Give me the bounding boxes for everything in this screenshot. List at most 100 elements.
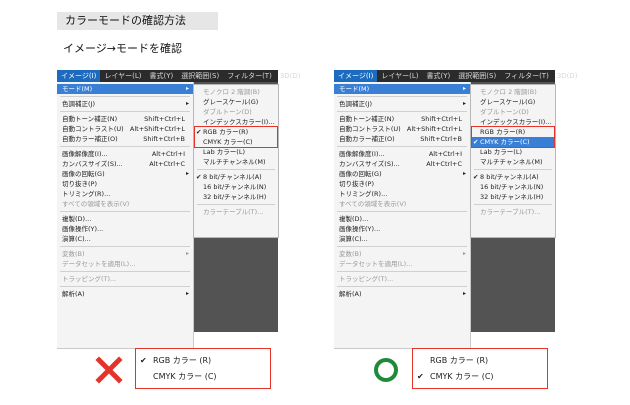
menu-item[interactable]: 解析(A) ▸ — [57, 289, 193, 299]
menu-separator — [60, 111, 190, 112]
menu-item[interactable]: モード(M) ▸ — [334, 84, 470, 94]
callout-item: RGB カラー (R) — [413, 354, 543, 368]
menubar-item[interactable]: フィルター(T) — [223, 70, 276, 82]
menubar-item[interactable]: 3D(D) — [276, 70, 305, 82]
menu-separator — [197, 204, 275, 205]
menu-item[interactable]: 自動トーン補正(N) Shift+Ctrl+L — [57, 114, 193, 124]
menu-item[interactable]: 複製(D)... — [57, 214, 193, 224]
menubar-item[interactable]: 選択範囲(S) — [454, 70, 500, 82]
menu-item[interactable]: 画像操作(Y)... — [334, 224, 470, 234]
menu-item[interactable]: 画像解像度(I)... Alt+Ctrl+I — [57, 149, 193, 159]
menu-item[interactable]: カンバスサイズ(S)... Alt+Ctrl+C — [334, 159, 470, 169]
submenu-item[interactable]: ✔ CMYK カラー(C) — [471, 137, 555, 147]
menubar-item[interactable]: 3D(D) — [553, 70, 582, 82]
menu-item-shortcut: Alt+Ctrl+I — [151, 150, 185, 158]
submenu-item[interactable]: インデックスカラー(I)... — [471, 117, 555, 127]
submenu-item[interactable]: 16 bit/チャンネル(N) — [194, 182, 278, 192]
menu-item[interactable]: 画像操作(Y)... — [57, 224, 193, 234]
submenu-item-label: インデックスカラー(I)... — [203, 118, 275, 126]
submenu-item[interactable]: ✔ RGB カラー(R) — [194, 127, 278, 137]
submenu-item[interactable]: 16 bit/チャンネル(N) — [471, 182, 555, 192]
mode-submenu: モノクロ 2 階調(B) グレースケール(G) ダブルトーン(D) インデックスカラー… — [470, 84, 556, 238]
submenu-item-label: モノクロ 2 階調(B) — [480, 88, 537, 96]
menubar-item[interactable]: イメージ(I) — [57, 70, 101, 82]
menu-item-label: 演算(C)... — [339, 235, 368, 243]
submenu-item: モノクロ 2 階調(B) — [471, 87, 555, 97]
submenu-item[interactable]: RGB カラー(R) — [471, 127, 555, 137]
menu-separator — [337, 286, 467, 287]
menu-separator — [60, 96, 190, 97]
submenu-item[interactable]: 32 bit/チャンネル(H) — [471, 192, 555, 202]
submenu-item[interactable]: マルチチャンネル(M) — [194, 157, 278, 167]
submenu-item[interactable]: インデックスカラー(I)... — [194, 117, 278, 127]
menubar-item[interactable]: レイヤー(L) — [377, 70, 422, 82]
menu-item[interactable]: 自動トーン補正(N) Shift+Ctrl+L — [334, 114, 470, 124]
menu-item[interactable]: 画像解像度(I)... Alt+Ctrl+I — [334, 149, 470, 159]
menu-item-label: データセットを適用(L)... — [339, 260, 413, 268]
menu-item-label: 画像操作(Y)... — [62, 225, 104, 233]
submenu-item-label: 32 bit/チャンネル(H) — [480, 193, 544, 201]
menu-item[interactable]: 切り抜き(P) — [57, 179, 193, 189]
cross-mark-icon — [95, 356, 123, 384]
menu-item-label: すべての領域を表示(V) — [62, 200, 130, 208]
menu-item-label: モード(M) — [339, 85, 370, 93]
menu-item-label: 画像操作(Y)... — [339, 225, 381, 233]
menubar-item[interactable]: レイヤー(L) — [100, 70, 145, 82]
menu-item[interactable]: 自動カラー補正(O) Shift+Ctrl+B — [334, 134, 470, 144]
menubar-item[interactable]: フィルター(T) — [500, 70, 553, 82]
menu-item[interactable]: 演算(C)... — [334, 234, 470, 244]
menubar-item[interactable]: 書式(Y) — [146, 70, 178, 82]
menu-item: データセットを適用(L)... — [334, 259, 470, 269]
check-icon: ✔ — [196, 128, 202, 136]
menu-item[interactable]: 複製(D)... — [334, 214, 470, 224]
menu-item[interactable]: 解析(A) ▸ — [334, 289, 470, 299]
menu-item[interactable]: カンバスサイズ(S)... Alt+Ctrl+C — [57, 159, 193, 169]
menu-item-shortcut: Alt+Ctrl+C — [149, 160, 185, 168]
menu-item[interactable]: 色調補正(J) ▸ — [57, 99, 193, 109]
menu-item-label: 色調補正(J) — [339, 100, 372, 108]
menu-item[interactable]: 画像の回転(G) ▸ — [334, 169, 470, 179]
submenu-item-label: マルチチャンネル(M) — [480, 158, 543, 166]
menubar-item[interactable]: イメージ(I) — [334, 70, 378, 82]
submenu-item-label: RGB カラー(R) — [203, 128, 249, 136]
menu-item[interactable]: 色調補正(J) ▸ — [334, 99, 470, 109]
submenu-item[interactable]: マルチチャンネル(M) — [471, 157, 555, 167]
menu-item-shortcut: Shift+Ctrl+B — [420, 135, 462, 143]
submenu-item[interactable]: ✔ 8 bit/チャンネル(A) — [194, 172, 278, 182]
submenu-item[interactable]: CMYK カラー(C) — [194, 137, 278, 147]
menu-item-shortcut: Shift+Ctrl+B — [143, 135, 185, 143]
menu-item-label: 色調補正(J) — [62, 100, 95, 108]
submenu-item-label: Lab カラー(L) — [480, 148, 522, 156]
menu-item-shortcut: Shift+Ctrl+L — [421, 115, 462, 123]
submenu-item[interactable]: グレースケール(G) — [471, 97, 555, 107]
menu-separator — [337, 246, 467, 247]
menu-item-label: モード(M) — [62, 85, 93, 93]
menu-separator — [337, 96, 467, 97]
submenu-arrow-icon: ▸ — [462, 250, 466, 257]
menu-item[interactable]: 自動コントラスト(U) Alt+Shift+Ctrl+L — [57, 124, 193, 134]
menu-item: 変数(B) ▸ — [57, 249, 193, 259]
menubar-item[interactable]: 選択範囲(S) — [177, 70, 223, 82]
menu-item[interactable]: 画像の回転(G) ▸ — [57, 169, 193, 179]
menu-item-label: 解析(A) — [339, 290, 362, 298]
menu-item[interactable]: 演算(C)... — [57, 234, 193, 244]
submenu-item[interactable]: Lab カラー(L) — [194, 147, 278, 157]
callout-item: CMYK カラー (C) — [136, 370, 266, 384]
check-icon: ✔ — [417, 372, 424, 381]
submenu-item[interactable]: Lab カラー(L) — [471, 147, 555, 157]
menu-item[interactable]: トリミング(R)... — [57, 189, 193, 199]
menu-item[interactable]: モード(M) ▸ — [57, 84, 193, 94]
menubar-item[interactable]: 書式(Y) — [423, 70, 455, 82]
menu-item[interactable]: トリミング(R)... — [334, 189, 470, 199]
menu-item: トラッピング(T)... — [334, 274, 470, 284]
menu-item: 変数(B) ▸ — [334, 249, 470, 259]
submenu-item[interactable]: 32 bit/チャンネル(H) — [194, 192, 278, 202]
check-icon: ✔ — [196, 173, 202, 181]
submenu-item[interactable]: グレースケール(G) — [194, 97, 278, 107]
menu-item-label: トラッピング(T)... — [339, 275, 394, 283]
menu-item[interactable]: 切り抜き(P) — [334, 179, 470, 189]
menu-item[interactable]: 自動カラー補正(O) Shift+Ctrl+B — [57, 134, 193, 144]
submenu-item[interactable]: ✔ 8 bit/チャンネル(A) — [471, 172, 555, 182]
zoomed-callout: RGB カラー (R) ✔ CMYK カラー (C) — [412, 348, 548, 389]
menu-item[interactable]: 自動コントラスト(U) Alt+Shift+Ctrl+L — [334, 124, 470, 134]
